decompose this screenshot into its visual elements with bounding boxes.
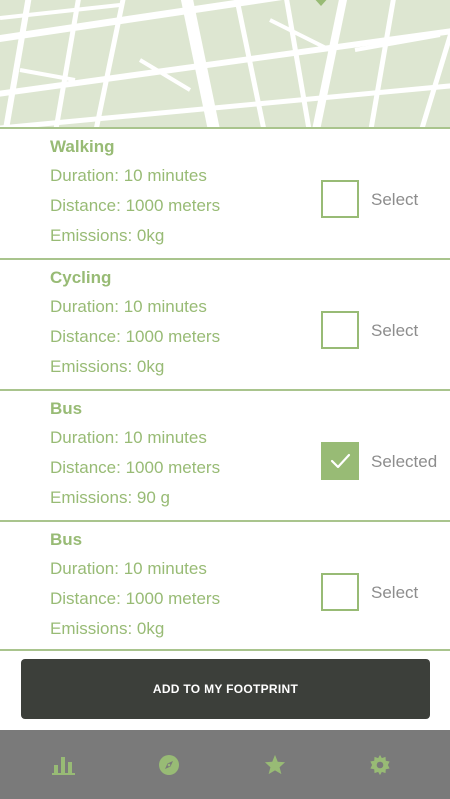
- option-emissions: Emissions: 0kg: [50, 619, 165, 638]
- transport-option-bus-alt[interactable]: Bus Duration: 10 minutes Distance: 1000 …: [0, 520, 450, 651]
- option-distance: Distance: 1000 meters: [50, 327, 221, 346]
- transport-options-list: Walking Duration: 10 minutes Distance: 1…: [0, 127, 450, 651]
- gear-icon: [370, 754, 390, 775]
- tab-settings[interactable]: [324, 730, 436, 799]
- select-label[interactable]: Select: [371, 321, 418, 341]
- route-map[interactable]: [0, 0, 450, 127]
- option-duration: Duration: 10 minutes: [50, 559, 207, 578]
- add-to-footprint-button[interactable]: ADD TO MY FOOTPRINT: [21, 659, 430, 719]
- select-label[interactable]: Select: [371, 583, 418, 603]
- tab-statistics[interactable]: [8, 730, 120, 799]
- option-emissions: Emissions: 0kg: [50, 226, 165, 245]
- option-title: Bus: [50, 530, 83, 549]
- select-checkbox-checked[interactable]: [321, 442, 359, 480]
- bottom-tab-bar: [0, 730, 450, 799]
- select-checkbox[interactable]: [321, 573, 359, 611]
- option-duration: Duration: 10 minutes: [50, 428, 207, 447]
- option-duration: Duration: 10 minutes: [50, 297, 207, 316]
- compass-icon: [159, 754, 179, 775]
- bar-chart-icon: [52, 756, 75, 775]
- checkmark-icon: [330, 453, 351, 469]
- map-streets: [0, 0, 450, 127]
- tab-explore[interactable]: [113, 730, 225, 799]
- select-label[interactable]: Selected: [371, 452, 437, 472]
- select-checkbox[interactable]: [321, 180, 359, 218]
- option-emissions: Emissions: 0kg: [50, 357, 165, 376]
- option-distance: Distance: 1000 meters: [50, 458, 221, 477]
- option-title: Walking: [50, 137, 115, 156]
- option-duration: Duration: 10 minutes: [50, 166, 207, 185]
- option-distance: Distance: 1000 meters: [50, 196, 221, 215]
- option-emissions: Emissions: 90 g: [50, 488, 170, 507]
- transport-option-walking[interactable]: Walking Duration: 10 minutes Distance: 1…: [0, 127, 450, 258]
- transport-option-bus[interactable]: Bus Duration: 10 minutes Distance: 1000 …: [0, 389, 450, 520]
- option-distance: Distance: 1000 meters: [50, 589, 221, 608]
- option-title: Cycling: [50, 268, 112, 287]
- select-checkbox[interactable]: [321, 311, 359, 349]
- select-label[interactable]: Select: [371, 190, 418, 210]
- transport-option-cycling[interactable]: Cycling Duration: 10 minutes Distance: 1…: [0, 258, 450, 389]
- star-icon: [264, 754, 286, 775]
- option-title: Bus: [50, 399, 83, 418]
- tab-favorites[interactable]: [219, 730, 331, 799]
